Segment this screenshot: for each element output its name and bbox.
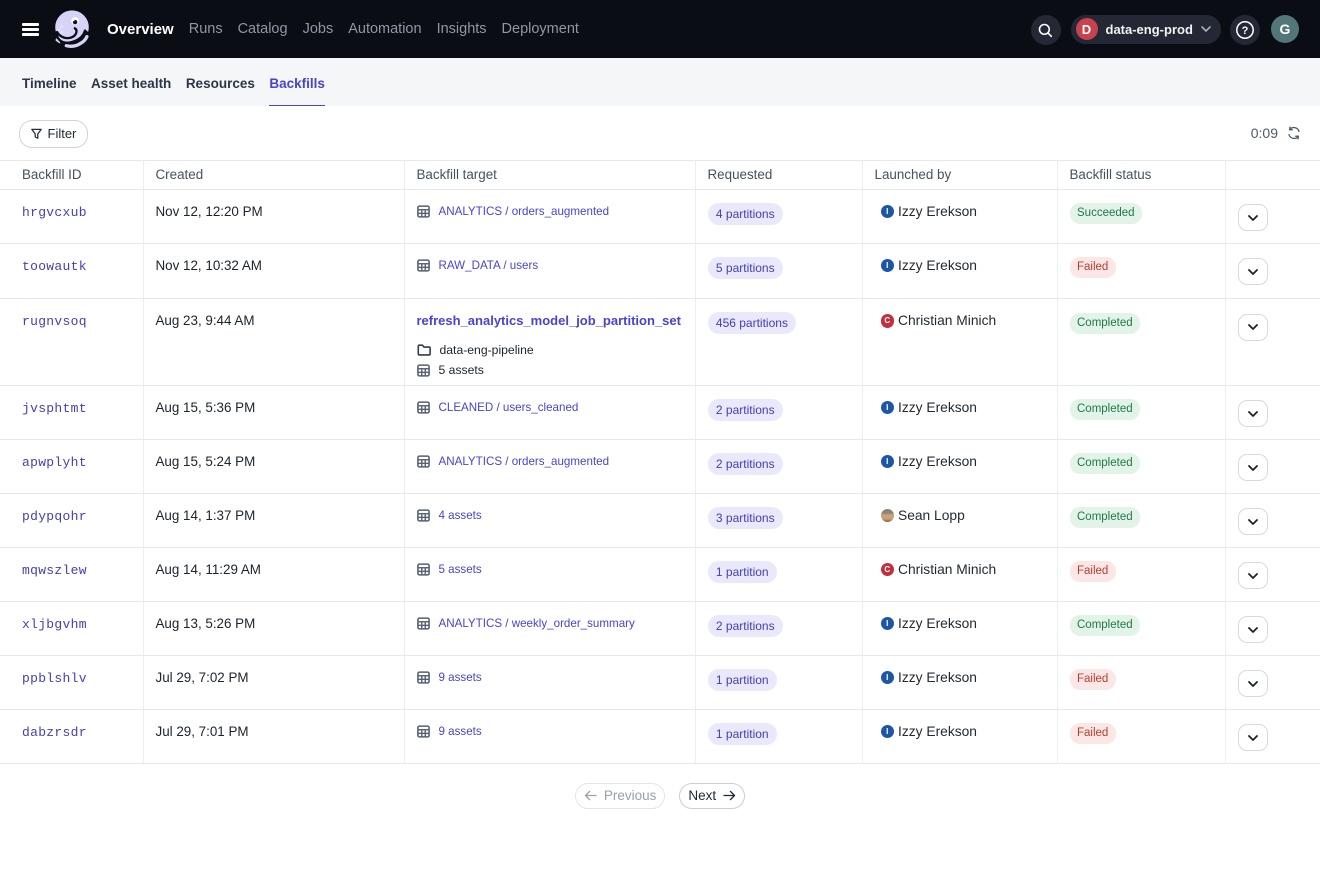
svg-text:?: ? [1242,25,1249,37]
